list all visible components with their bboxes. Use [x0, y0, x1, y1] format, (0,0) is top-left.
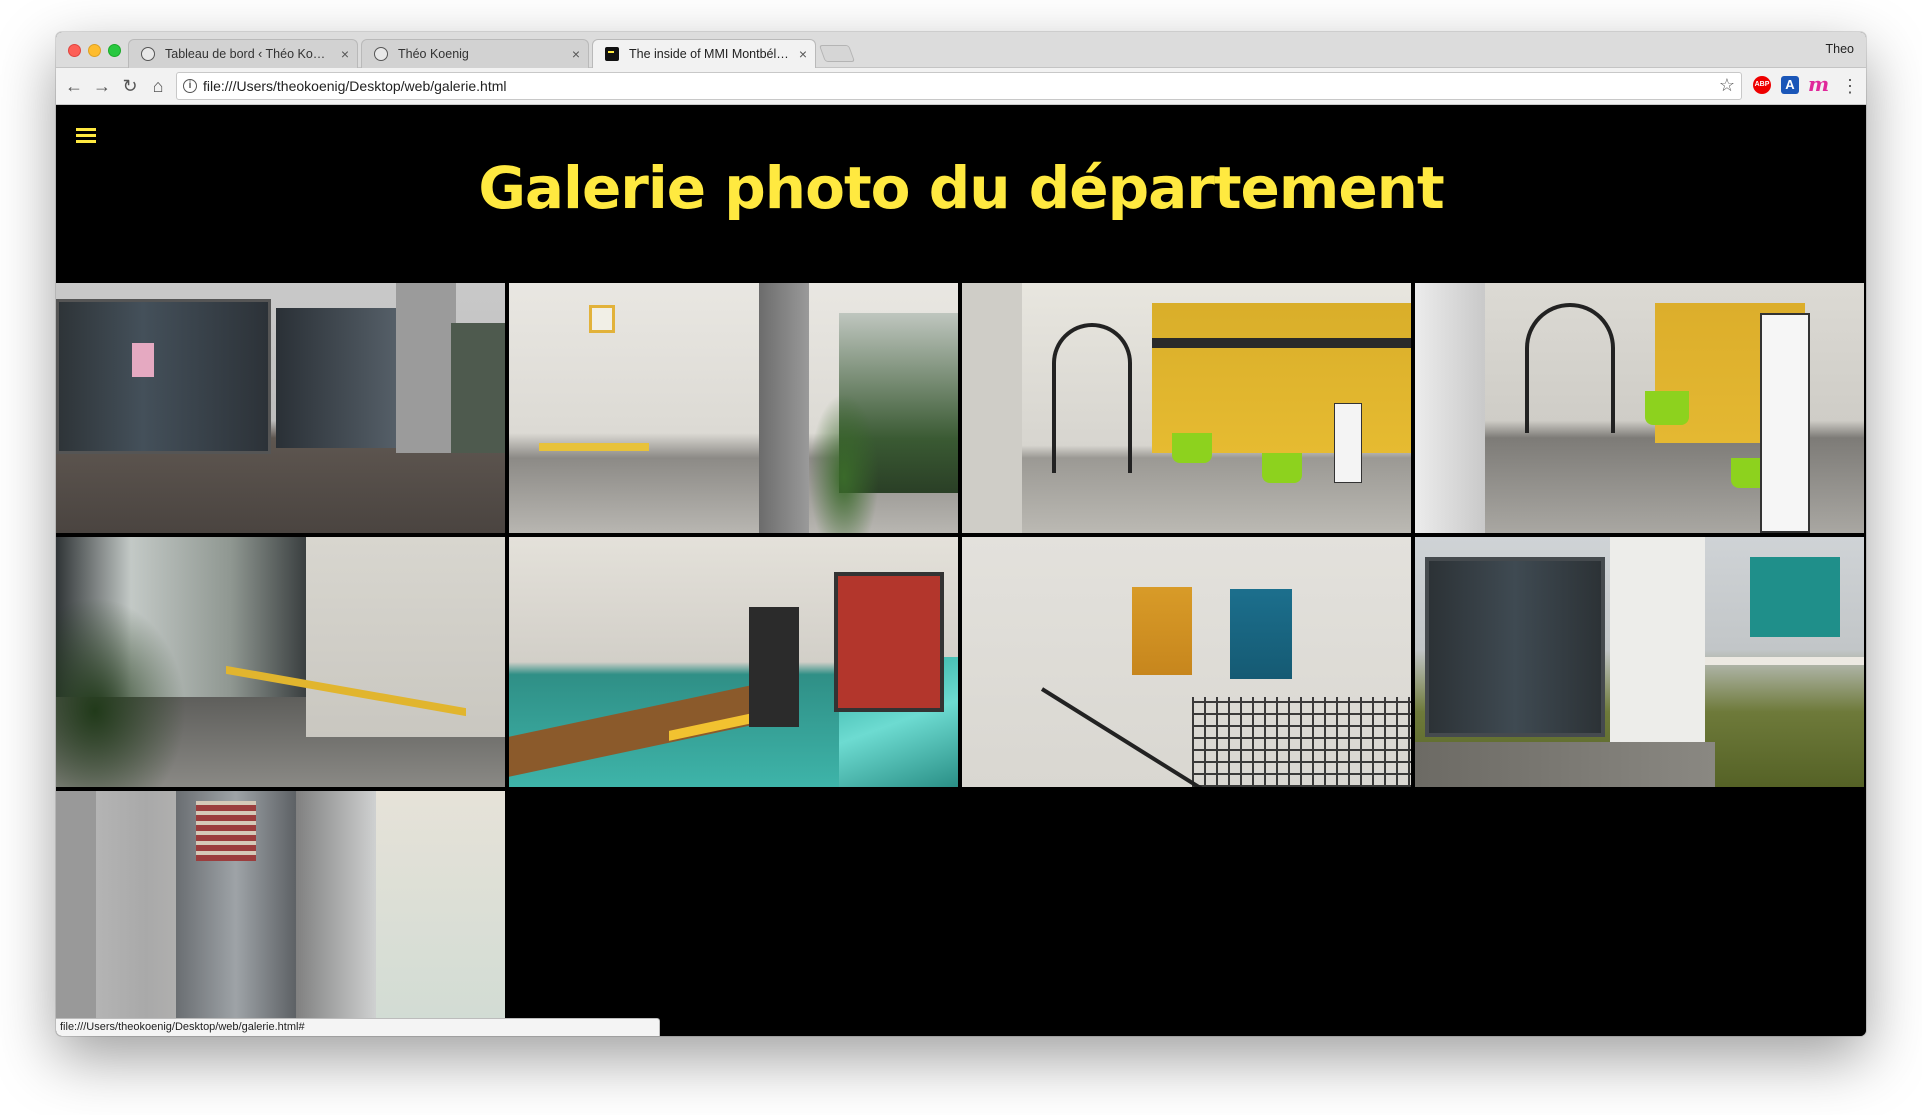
close-window-button[interactable]	[68, 44, 81, 57]
gallery-photo-teal-corridor[interactable]	[509, 537, 958, 787]
url-text[interactable]: file:///Users/theokoenig/Desktop/web/gal…	[203, 78, 506, 94]
gallery-photo-glass-hall[interactable]	[56, 537, 505, 787]
status-bar-url: file:///Users/theokoenig/Desktop/web/gal…	[56, 1018, 660, 1036]
address-bar[interactable]: i file:///Users/theokoenig/Desktop/web/g…	[176, 72, 1742, 100]
new-tab-button[interactable]	[818, 45, 856, 62]
page-title: Galerie photo du département	[478, 154, 1444, 222]
hamburger-menu-icon[interactable]	[76, 128, 96, 143]
tab-close-icon[interactable]: ×	[341, 40, 349, 68]
tab-title: Tableau de bord ‹ Théo Koenig	[165, 47, 331, 61]
forward-arrow-icon[interactable]: →	[90, 74, 114, 98]
info-icon[interactable]: i	[183, 79, 197, 93]
wordpress-icon	[374, 47, 388, 61]
translate-icon[interactable]: A	[1781, 76, 1799, 94]
tab-dashboard[interactable]: Tableau de bord ‹ Théo Koenig ×	[128, 39, 358, 68]
gallery-photo-exterior[interactable]	[1415, 537, 1864, 787]
browser-toolbar: ← → ↻ ⌂ i file:///Users/theokoenig/Deskt…	[56, 68, 1866, 105]
wordpress-icon	[141, 47, 155, 61]
gallery-photo-hall-sign[interactable]	[1415, 283, 1864, 533]
maximize-window-button[interactable]	[108, 44, 121, 57]
gallery-photo-white-hall[interactable]	[509, 283, 958, 533]
bookmark-star-icon[interactable]: ☆	[1719, 75, 1735, 96]
tab-close-icon[interactable]: ×	[572, 40, 580, 68]
reload-icon[interactable]: ↻	[118, 74, 142, 98]
tab-theo-koenig[interactable]: Théo Koenig ×	[361, 39, 589, 68]
page-content: Galerie photo du département file:///Use…	[56, 106, 1866, 1036]
minimize-window-button[interactable]	[88, 44, 101, 57]
browser-window: Tableau de bord ‹ Théo Koenig × Théo Koe…	[56, 32, 1866, 1036]
tab-title: Théo Koenig	[398, 47, 469, 61]
gallery-photo-entrance[interactable]	[56, 283, 505, 533]
menu-kebab-icon[interactable]: ⋮	[1841, 74, 1859, 98]
tab-close-icon[interactable]: ×	[799, 40, 807, 68]
back-arrow-icon[interactable]: ←	[62, 74, 86, 98]
home-icon[interactable]: ⌂	[146, 74, 170, 98]
tab-strip: Tableau de bord ‹ Théo Koenig × Théo Koe…	[56, 32, 1866, 69]
adblock-plus-icon[interactable]: ABP	[1753, 76, 1771, 94]
site-favicon-icon	[605, 47, 619, 61]
mercury-icon[interactable]: m	[1808, 74, 1829, 94]
tab-gallery[interactable]: The inside of MMI Montbéliard ×	[592, 39, 816, 69]
gallery-photo-stairwell[interactable]	[962, 537, 1411, 787]
gallery-photo-vending-machine[interactable]	[56, 791, 505, 1021]
profile-name[interactable]: Theo	[1826, 42, 1855, 56]
tab-title: The inside of MMI Montbéliard	[629, 47, 789, 61]
gallery-photo-yellow-atrium[interactable]	[962, 283, 1411, 533]
